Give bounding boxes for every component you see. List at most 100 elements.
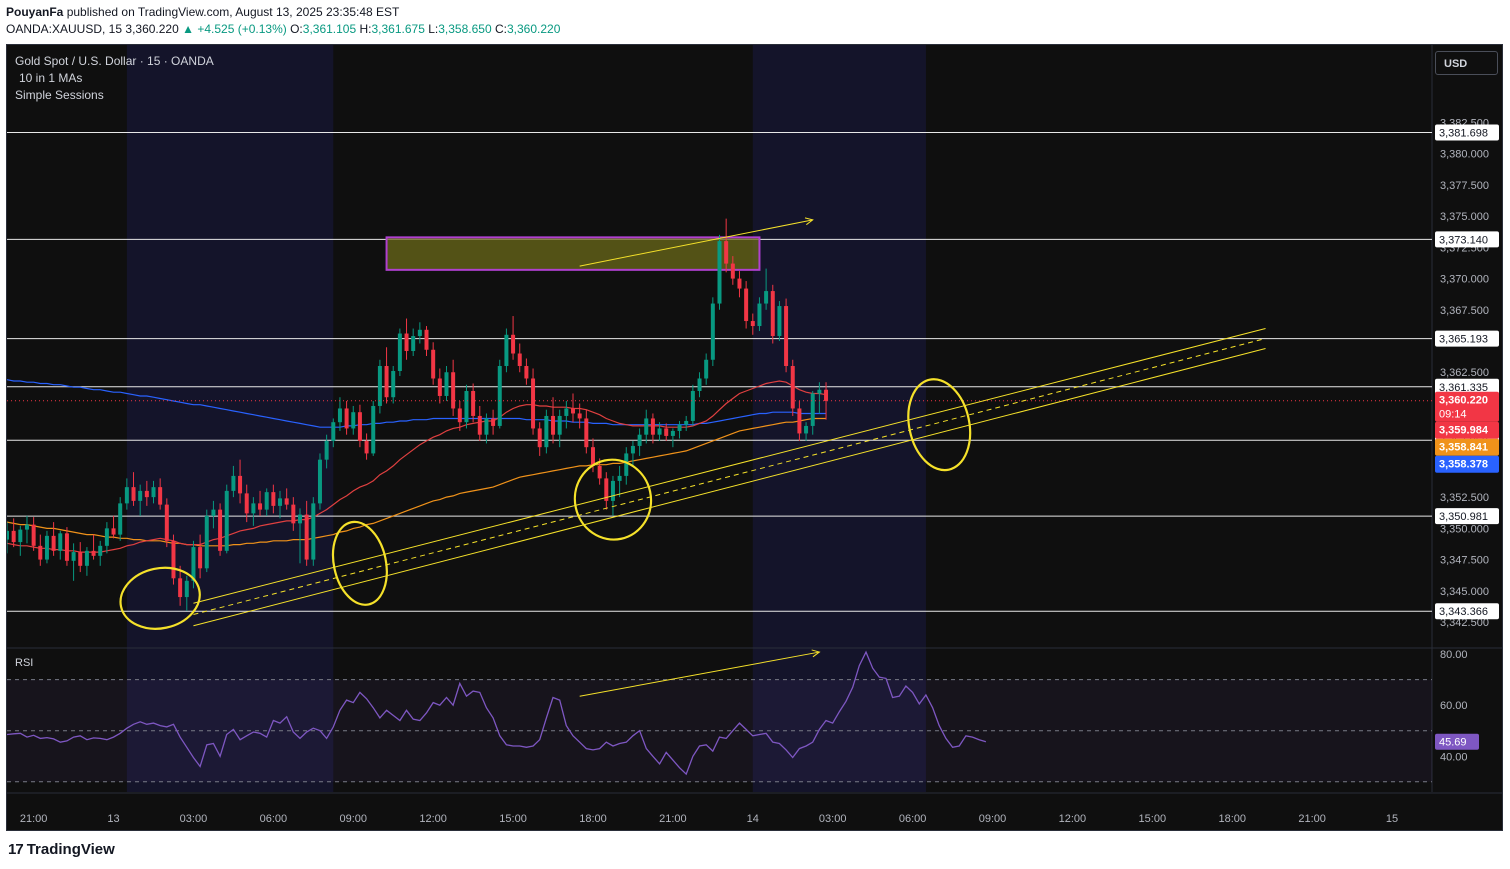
currency-button[interactable]: USD <box>1435 51 1498 75</box>
close-label: C: <box>494 22 507 36</box>
candle-body <box>118 503 123 535</box>
trend-channel-line <box>193 348 1266 627</box>
candle-body <box>91 550 96 556</box>
time-tick-label: 21:00 <box>20 813 48 825</box>
candle-body <box>151 487 156 498</box>
time-tick-label: 21:00 <box>659 813 687 825</box>
candle-body <box>784 306 789 366</box>
candle-body <box>630 445 635 454</box>
candle-body <box>171 540 176 579</box>
candle-body <box>551 415 556 435</box>
legend-sessions[interactable]: Simple Sessions <box>15 87 214 104</box>
candle-body <box>424 329 429 350</box>
candle-body <box>817 389 822 394</box>
time-tick-label: 12:00 <box>419 813 447 825</box>
candle-body <box>670 430 675 436</box>
time-tick-label: 03:00 <box>819 813 847 825</box>
candle-body <box>724 241 729 264</box>
candle-body <box>824 389 829 401</box>
candle-body <box>677 424 682 431</box>
price-tick-label: 3,380.000 <box>1440 149 1489 161</box>
high-value: 3,361.675 <box>371 22 425 36</box>
legend-title[interactable]: Gold Spot / U.S. Dollar · 15 · OANDA <box>15 53 214 70</box>
candle-body <box>231 475 236 491</box>
time-tick-label: 06:00 <box>260 813 288 825</box>
time-tick-label: 18:00 <box>1218 813 1246 825</box>
change-text: +4.525 (+0.13%) <box>197 22 287 36</box>
candle-body <box>471 390 476 416</box>
trend-channel-line <box>193 338 1266 616</box>
brand-name: TradingView <box>26 841 115 858</box>
candle-body <box>411 336 416 352</box>
candle-body <box>504 334 509 366</box>
candle-body <box>397 333 402 371</box>
candle-body <box>98 545 103 556</box>
time-tick-label: 15:00 <box>1139 813 1167 825</box>
time-tick-label: 14 <box>747 813 759 825</box>
time-tick-label: 12:00 <box>1059 813 1087 825</box>
candle-body <box>577 413 582 419</box>
candle-body <box>337 408 342 423</box>
candle-body <box>737 278 742 289</box>
time-tick-label: 09:00 <box>979 813 1007 825</box>
time-tick-label: 13 <box>107 813 119 825</box>
candle-body <box>158 487 163 505</box>
candle-body <box>224 490 229 551</box>
author-name[interactable]: PouyanFa <box>6 5 63 19</box>
change-value: ▲ +4.525 (+0.13%) <box>182 22 287 36</box>
candle-body <box>810 393 815 426</box>
candle-body <box>511 334 516 354</box>
candle-body <box>138 490 143 501</box>
low-value: 3,358.650 <box>438 22 492 36</box>
candle-body <box>7 530 9 540</box>
chart-panel[interactable]: 3,382.500 3,380.000 3,377.500 3,375.000 3,37… <box>6 44 1503 831</box>
legend-ma[interactable]: 10 in 1 MAs <box>15 70 214 87</box>
price-chart[interactable]: 3,382.5003,380.0003,377.5003,375.0003,37… <box>7 45 1503 831</box>
candle-body <box>284 498 289 505</box>
candle-body <box>730 263 735 279</box>
candle-body <box>484 418 489 435</box>
candle-body <box>204 515 209 569</box>
candle-body <box>84 550 89 566</box>
candle-body <box>351 412 356 429</box>
candle-body <box>431 349 436 379</box>
footer-brand[interactable]: 17 TradingView <box>8 841 115 858</box>
low-label: L: <box>428 22 439 36</box>
candle-body <box>278 498 283 506</box>
candle-body <box>557 415 562 435</box>
candle-body <box>790 366 795 409</box>
candle-body <box>238 475 243 494</box>
price-tag-label: 3,358.841 <box>1439 442 1488 454</box>
candle-body <box>317 459 322 504</box>
candle-body <box>131 487 136 501</box>
published-text: published on TradingView.com, August 13,… <box>66 5 400 19</box>
rsi-last-label: 45.69 <box>1439 737 1467 749</box>
candle-body <box>544 415 549 448</box>
high-label: H: <box>359 22 372 36</box>
candle-body <box>258 503 263 510</box>
price-tag-label: 3,358.378 <box>1439 459 1488 471</box>
candle-body <box>24 524 29 530</box>
candle-body <box>404 333 409 352</box>
price-tick-label: 3,362.500 <box>1440 367 1489 379</box>
rsi-label[interactable]: RSI <box>15 657 33 669</box>
candle-body <box>264 492 269 510</box>
candle-body <box>464 390 469 423</box>
price-tick-label: 3,367.500 <box>1440 305 1489 317</box>
candle-body <box>617 475 622 481</box>
candle-body <box>58 533 63 551</box>
price-tick-label: 3,345.000 <box>1440 586 1489 598</box>
candle-body <box>624 453 629 476</box>
candle-body <box>371 405 376 454</box>
candle-body <box>244 493 249 514</box>
time-tick-label: 03:00 <box>180 813 208 825</box>
candle-body <box>690 390 695 421</box>
candle-body <box>650 418 655 435</box>
candle-body <box>271 492 276 506</box>
level-tag-label: 3,381.698 <box>1439 127 1488 139</box>
candle-body <box>11 530 16 543</box>
candle-body <box>184 580 189 598</box>
candle-body <box>44 535 49 560</box>
candle-body <box>804 425 809 434</box>
candle-body <box>797 408 802 434</box>
